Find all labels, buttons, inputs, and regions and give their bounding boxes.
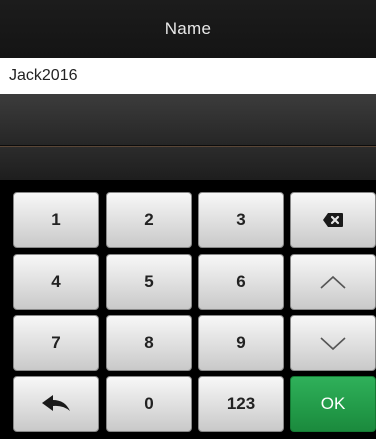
key-1[interactable]: 1 xyxy=(13,192,99,248)
back-arrow-icon xyxy=(41,394,71,414)
ok-button[interactable]: OK xyxy=(290,376,376,432)
key-2[interactable]: 2 xyxy=(106,192,192,248)
backspace-key[interactable] xyxy=(290,192,376,248)
key-6[interactable]: 6 xyxy=(198,254,284,310)
name-entry-screen: Name Jack2016 1 2 3 4 5 6 7 8 9 0 123 OK xyxy=(0,0,376,439)
key-5[interactable]: 5 xyxy=(106,254,192,310)
key-3[interactable]: 3 xyxy=(198,192,284,248)
name-input[interactable]: Jack2016 xyxy=(0,58,376,94)
candidate-bar xyxy=(0,94,376,146)
chevron-up-icon xyxy=(319,274,347,290)
back-key[interactable] xyxy=(13,376,99,432)
key-4[interactable]: 4 xyxy=(13,254,99,310)
down-key[interactable] xyxy=(290,315,376,371)
title-bar: Name xyxy=(0,0,376,58)
backspace-icon xyxy=(322,212,344,228)
key-9[interactable]: 9 xyxy=(198,315,284,371)
page-title: Name xyxy=(164,19,212,38)
up-key[interactable] xyxy=(290,254,376,310)
key-0[interactable]: 0 xyxy=(106,376,192,432)
name-input-value: Jack2016 xyxy=(9,67,78,84)
key-8[interactable]: 8 xyxy=(106,315,192,371)
mode-123-key[interactable]: 123 xyxy=(198,376,284,432)
divider xyxy=(0,146,376,147)
key-7[interactable]: 7 xyxy=(13,315,99,371)
chevron-down-icon xyxy=(319,335,347,351)
keypad: 1 2 3 4 5 6 7 8 9 0 123 OK xyxy=(0,180,376,439)
candidate-bar-secondary xyxy=(0,146,376,180)
